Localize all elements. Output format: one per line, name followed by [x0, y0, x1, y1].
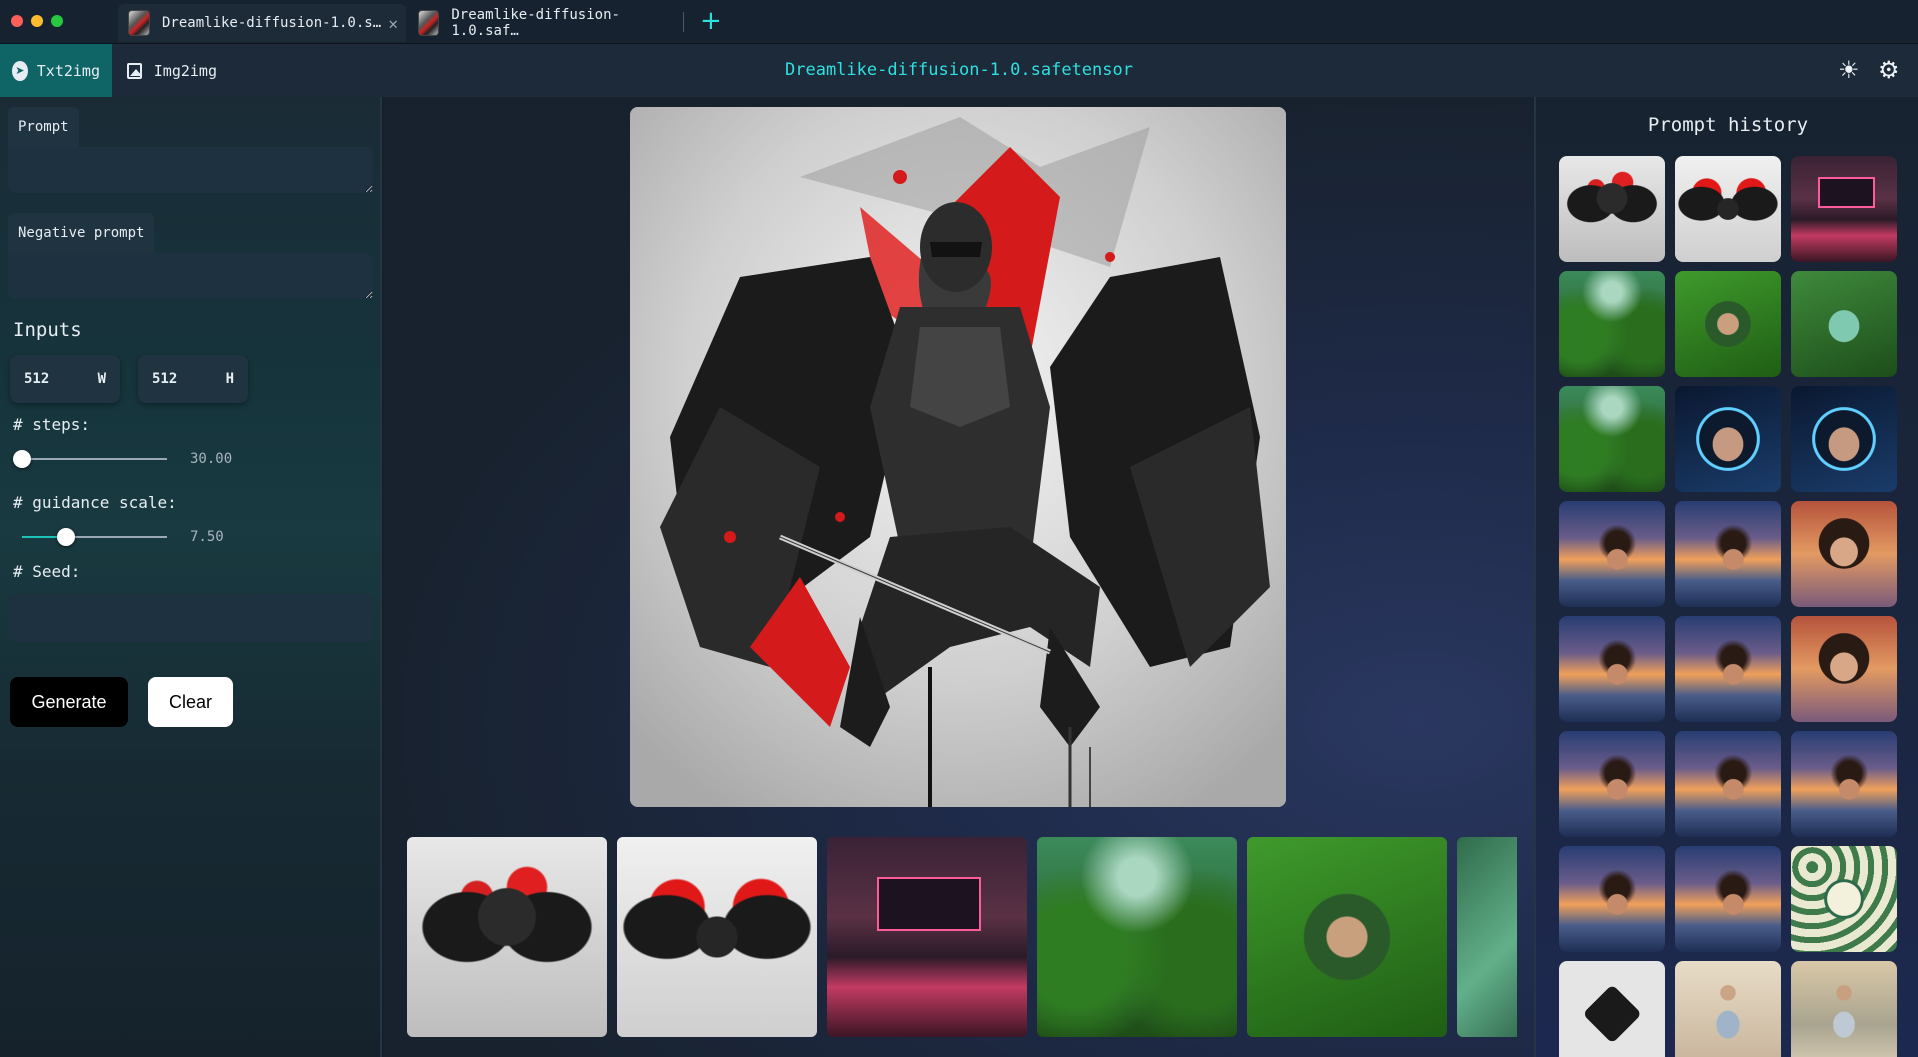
history-thumbnail[interactable] [1791, 731, 1897, 837]
width-unit: W [97, 371, 106, 387]
generate-button[interactable]: Generate [10, 677, 128, 727]
sun-icon[interactable]: ☀ [1838, 56, 1860, 84]
negative-prompt-label: Negative prompt [8, 213, 155, 253]
history-thumbnail[interactable] [1559, 386, 1665, 492]
history-thumbnail[interactable] [1559, 156, 1665, 262]
tab-divider [683, 12, 684, 32]
history-thumbnail[interactable] [1675, 501, 1781, 607]
prompt-input[interactable] [8, 147, 373, 193]
history-thumbnail[interactable] [1791, 156, 1897, 262]
history-thumbnail[interactable] [1559, 501, 1665, 607]
tab-title: Dreamlike-diffusion-1.0.s… [162, 15, 382, 31]
history-thumbnail[interactable] [1791, 271, 1897, 377]
history-thumbnail[interactable] [1675, 386, 1781, 492]
results-carousel [407, 837, 1517, 1037]
send-icon: ➤ [12, 60, 28, 81]
history-thumbnail[interactable] [1791, 501, 1897, 607]
history-thumbnail[interactable] [1791, 961, 1897, 1057]
height-input[interactable]: 512 H [138, 355, 248, 403]
clear-button[interactable]: Clear [148, 677, 233, 727]
result-thumbnail[interactable] [617, 837, 817, 1037]
history-thumbnail[interactable] [1791, 846, 1897, 952]
history-thumbnail[interactable] [1559, 731, 1665, 837]
seed-label: # Seed: [13, 562, 81, 581]
steps-label: # steps: [13, 415, 91, 434]
history-thumbnail[interactable] [1675, 616, 1781, 722]
height-unit: H [225, 371, 234, 387]
browser-tab-2[interactable]: Dreamlike-diffusion-1.0.saf… [408, 4, 680, 42]
result-thumbnail[interactable] [1247, 837, 1447, 1037]
history-thumbnail[interactable] [1559, 846, 1665, 952]
result-thumbnail[interactable] [827, 837, 1027, 1037]
history-thumbnail[interactable] [1675, 846, 1781, 952]
generated-image [630, 107, 1286, 807]
seed-input[interactable] [8, 594, 373, 642]
width-input[interactable]: 512 W [10, 355, 120, 403]
result-thumbnail[interactable] [407, 837, 607, 1037]
width-value: 512 [24, 371, 50, 387]
tab-close-icon[interactable]: ✕ [388, 14, 398, 33]
generated-image-art [630, 107, 1286, 807]
history-thumbnail[interactable] [1559, 271, 1665, 377]
tab-img2img[interactable]: Img2img [115, 44, 229, 97]
history-thumbnail[interactable] [1675, 271, 1781, 377]
guidance-slider-thumb[interactable] [57, 528, 75, 546]
controls-panel: Prompt Negative prompt Inputs 512 W 512 … [0, 97, 382, 1057]
app-header: ➤ Txt2img Img2img Dreamlike-diffusion-1.… [0, 44, 1918, 97]
guidance-scale-slider[interactable] [22, 528, 167, 546]
close-window-button[interactable] [11, 15, 23, 27]
image-icon [127, 62, 142, 79]
guidance-scale-label: # guidance scale: [13, 493, 177, 512]
steps-slider-thumb[interactable] [13, 450, 31, 468]
prompt-history-title: Prompt history [1647, 114, 1809, 136]
history-thumbnail[interactable] [1675, 731, 1781, 837]
guidance-scale-value: 7.50 [190, 529, 224, 545]
maximize-window-button[interactable] [51, 15, 63, 27]
result-thumbnail[interactable] [1037, 837, 1237, 1037]
inputs-heading: Inputs [13, 319, 82, 341]
steps-value: 30.00 [190, 451, 233, 467]
history-thumbnail[interactable] [1559, 616, 1665, 722]
page-title: Dreamlike-diffusion-1.0.safetensor [785, 60, 1133, 80]
prompt-label: Prompt [8, 107, 79, 147]
result-thumbnail[interactable] [1457, 837, 1517, 1037]
gear-icon[interactable]: ⚙ [1878, 56, 1900, 84]
height-value: 512 [152, 371, 178, 387]
history-thumbnail[interactable] [1675, 961, 1781, 1057]
window-titlebar: Dreamlike-diffusion-1.0.s… ✕ Dreamlike-d… [0, 0, 1918, 44]
history-thumbnail[interactable] [1791, 386, 1897, 492]
tab-img2img-label: Img2img [153, 61, 217, 80]
negative-prompt-input[interactable] [8, 253, 373, 299]
history-thumbnail[interactable] [1559, 961, 1665, 1057]
prompt-history-panel: Prompt history [1534, 97, 1918, 1057]
output-area [384, 97, 1534, 1057]
minimize-window-button[interactable] [31, 15, 43, 27]
tab-favicon [128, 10, 150, 36]
new-tab-icon[interactable]: + [700, 6, 722, 36]
browser-tab-1[interactable]: Dreamlike-diffusion-1.0.s… ✕ [118, 4, 406, 42]
steps-slider[interactable] [13, 450, 167, 468]
tab-txt2img-label: Txt2img [36, 61, 100, 80]
history-thumbnail[interactable] [1675, 156, 1781, 262]
tab-title: Dreamlike-diffusion-1.0.saf… [451, 7, 620, 39]
tab-favicon [418, 10, 440, 36]
history-thumbnail[interactable] [1791, 616, 1897, 722]
tab-txt2img[interactable]: ➤ Txt2img [0, 44, 112, 97]
